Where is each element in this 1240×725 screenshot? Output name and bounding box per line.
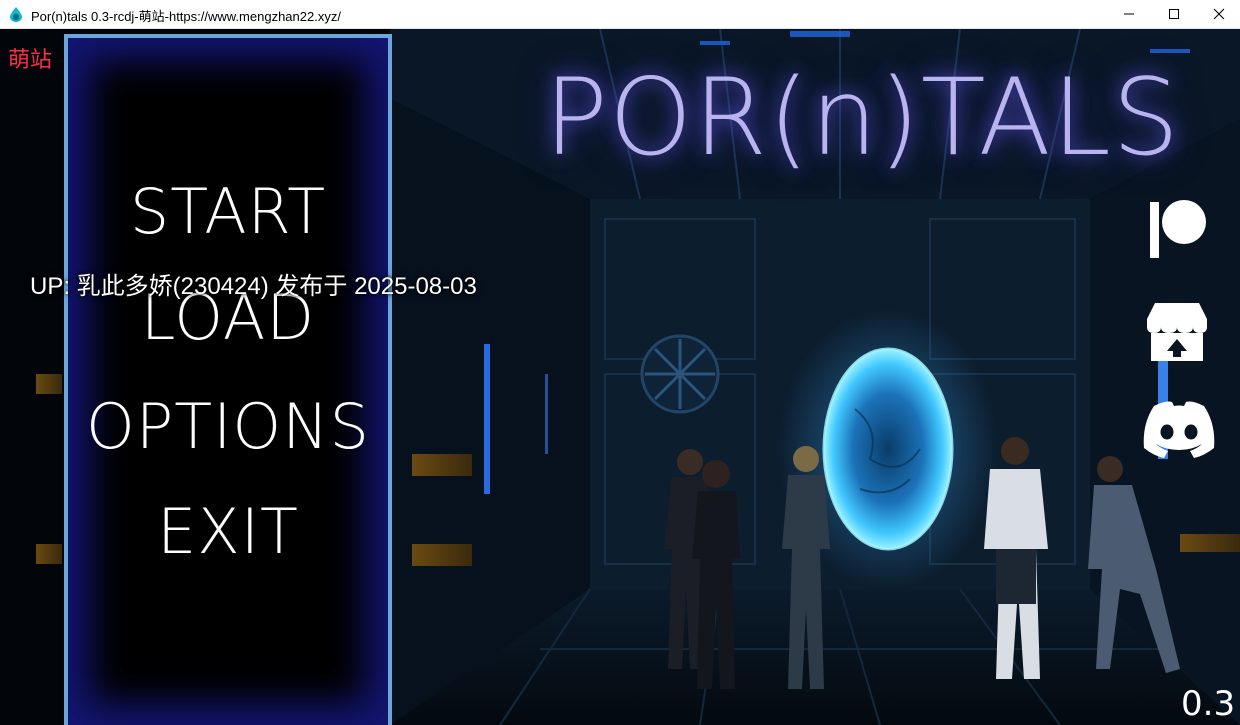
corner-logo: 萌站 xyxy=(8,48,53,73)
minimize-icon xyxy=(1124,13,1134,15)
menu-panel xyxy=(64,34,392,725)
itch-io-icon[interactable] xyxy=(1145,301,1209,363)
maximize-icon xyxy=(1169,9,1179,19)
app-icon xyxy=(10,7,22,22)
exit-button[interactable]: EXIT xyxy=(64,501,392,563)
close-icon xyxy=(1213,8,1225,20)
version-label: 0.3 xyxy=(1181,684,1236,724)
close-button[interactable] xyxy=(1196,0,1240,28)
window-title: Por(n)tals 0.3-rcdj-萌站-https://www.mengz… xyxy=(31,9,341,24)
game-title-logo: POR(n)TALS xyxy=(544,56,1181,179)
start-button[interactable]: START xyxy=(64,181,392,243)
upload-notice: UP: 乳此多娇(230424) 发布于 2025-08-03 xyxy=(30,273,477,300)
maximize-button[interactable] xyxy=(1151,0,1197,28)
game-viewport[interactable]: 萌站 START LOAD OPTIONS EXIT UP: 乳此多娇(2304… xyxy=(0,29,1240,725)
options-button[interactable]: OPTIONS xyxy=(64,396,392,458)
patreon-icon[interactable] xyxy=(1148,200,1210,262)
discord-icon[interactable] xyxy=(1140,400,1218,458)
window-titlebar[interactable]: Por(n)tals 0.3-rcdj-萌站-https://www.mengz… xyxy=(0,0,1240,29)
minimize-button[interactable] xyxy=(1106,0,1152,28)
